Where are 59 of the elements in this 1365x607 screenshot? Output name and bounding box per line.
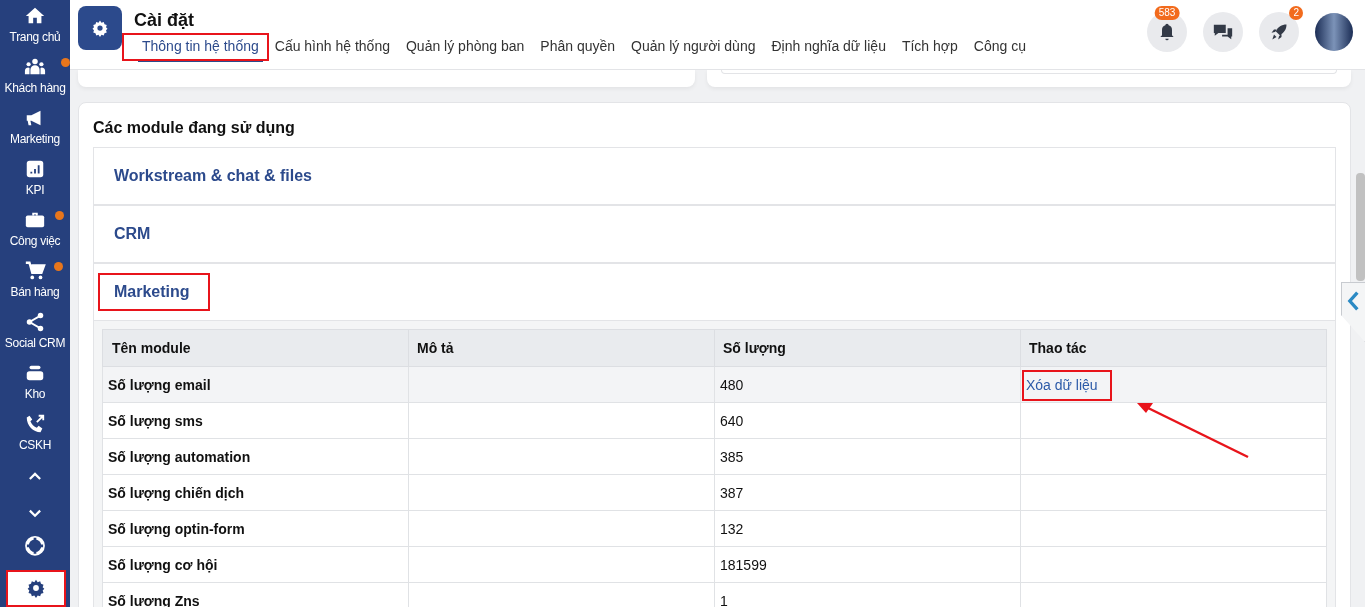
delete-data-link[interactable]: Xóa dữ liệu <box>1026 376 1098 393</box>
sidebar-item[interactable]: Khách hàng <box>4 56 66 107</box>
column-header: Mô tả <box>408 329 715 367</box>
tab[interactable]: Thông tin hệ thống <box>138 34 263 62</box>
rocket-count: 2 <box>1289 6 1303 20</box>
tab[interactable]: Tích hợp <box>897 34 962 62</box>
page-title: Cài đặt <box>134 10 195 31</box>
table-cell: 640 <box>714 402 1021 439</box>
cart-icon <box>24 259 46 282</box>
tab[interactable]: Quản lý phòng ban <box>402 34 529 62</box>
rocket-icon <box>1269 22 1289 42</box>
settings-badge-icon <box>78 6 122 50</box>
table-cell: 480 <box>714 366 1021 403</box>
sidebar-item[interactable]: Kho <box>24 361 46 413</box>
tab[interactable]: Phân quyền <box>536 34 620 62</box>
table-cell: Số lượng email <box>102 366 409 403</box>
table-cell: Số lượng automation <box>102 438 409 475</box>
tab[interactable]: Quản lý người dùng <box>627 34 760 62</box>
settings-icon <box>26 578 46 599</box>
table-cell: 132 <box>714 510 1021 547</box>
sidebar-item[interactable]: Marketing <box>10 106 60 158</box>
sidebar-item[interactable]: Trang chủ <box>9 5 61 56</box>
table-cell: Số lượng cơ hội <box>102 546 409 583</box>
table-cell: 387 <box>714 474 1021 511</box>
scrollbar[interactable] <box>1356 173 1365 281</box>
sidebar-item[interactable]: Social CRM <box>4 310 66 362</box>
avatar[interactable] <box>1315 13 1353 51</box>
column-header: Thao tác <box>1020 329 1327 367</box>
tab[interactable]: Công cụ <box>969 34 1030 62</box>
sidebar-item[interactable]: CSKH <box>18 412 52 464</box>
tab[interactable]: Cấu hình hệ thống <box>270 34 394 62</box>
table-row[interactable]: Số lượng automation 385 <box>102 438 1327 475</box>
table-row[interactable]: Số lượng email 480 Xóa dữ liệu <box>102 366 1327 403</box>
accordion-header[interactable]: Marketing <box>114 279 190 304</box>
sidebar-item[interactable]: KPI <box>24 157 46 209</box>
table-row[interactable]: Số lượng optin-form 132 <box>102 510 1327 547</box>
chat-button[interactable] <box>1203 12 1243 52</box>
table-cell: 385 <box>714 438 1021 475</box>
share-icon <box>24 310 46 333</box>
phone-icon <box>24 412 46 435</box>
tab[interactable]: Định nghĩa dữ liệu <box>767 34 890 62</box>
lifebuoy-icon[interactable] <box>24 535 46 557</box>
sidebar-item[interactable]: Bán hàng <box>10 259 60 311</box>
table-row[interactable]: Số lượng cơ hội 181599 <box>102 546 1327 583</box>
table-cell: Số lượng sms <box>102 402 409 439</box>
table-cell: Số lượng chiến dịch <box>102 474 409 511</box>
table-cell: Số lượng optin-form <box>102 510 409 547</box>
column-header: Tên module <box>102 329 409 367</box>
settings-button[interactable] <box>6 569 66 607</box>
chevron-left-icon <box>1346 291 1361 311</box>
table-row[interactable]: Số lượng sms 640 <box>102 402 1327 439</box>
sidebar-item[interactable]: Công việc <box>9 208 61 260</box>
column-header: Số lượng <box>714 329 1021 367</box>
notification-count: 583 <box>1154 6 1180 20</box>
accordion-header[interactable]: CRM <box>114 221 151 246</box>
table-cell: 181599 <box>714 546 1021 583</box>
accordion-header[interactable]: Workstream & chat & files <box>114 163 312 188</box>
table-row[interactable]: Số lượng chiến dịch 387 <box>102 474 1327 511</box>
section-title: Các module đang sử dụng <box>93 119 296 137</box>
